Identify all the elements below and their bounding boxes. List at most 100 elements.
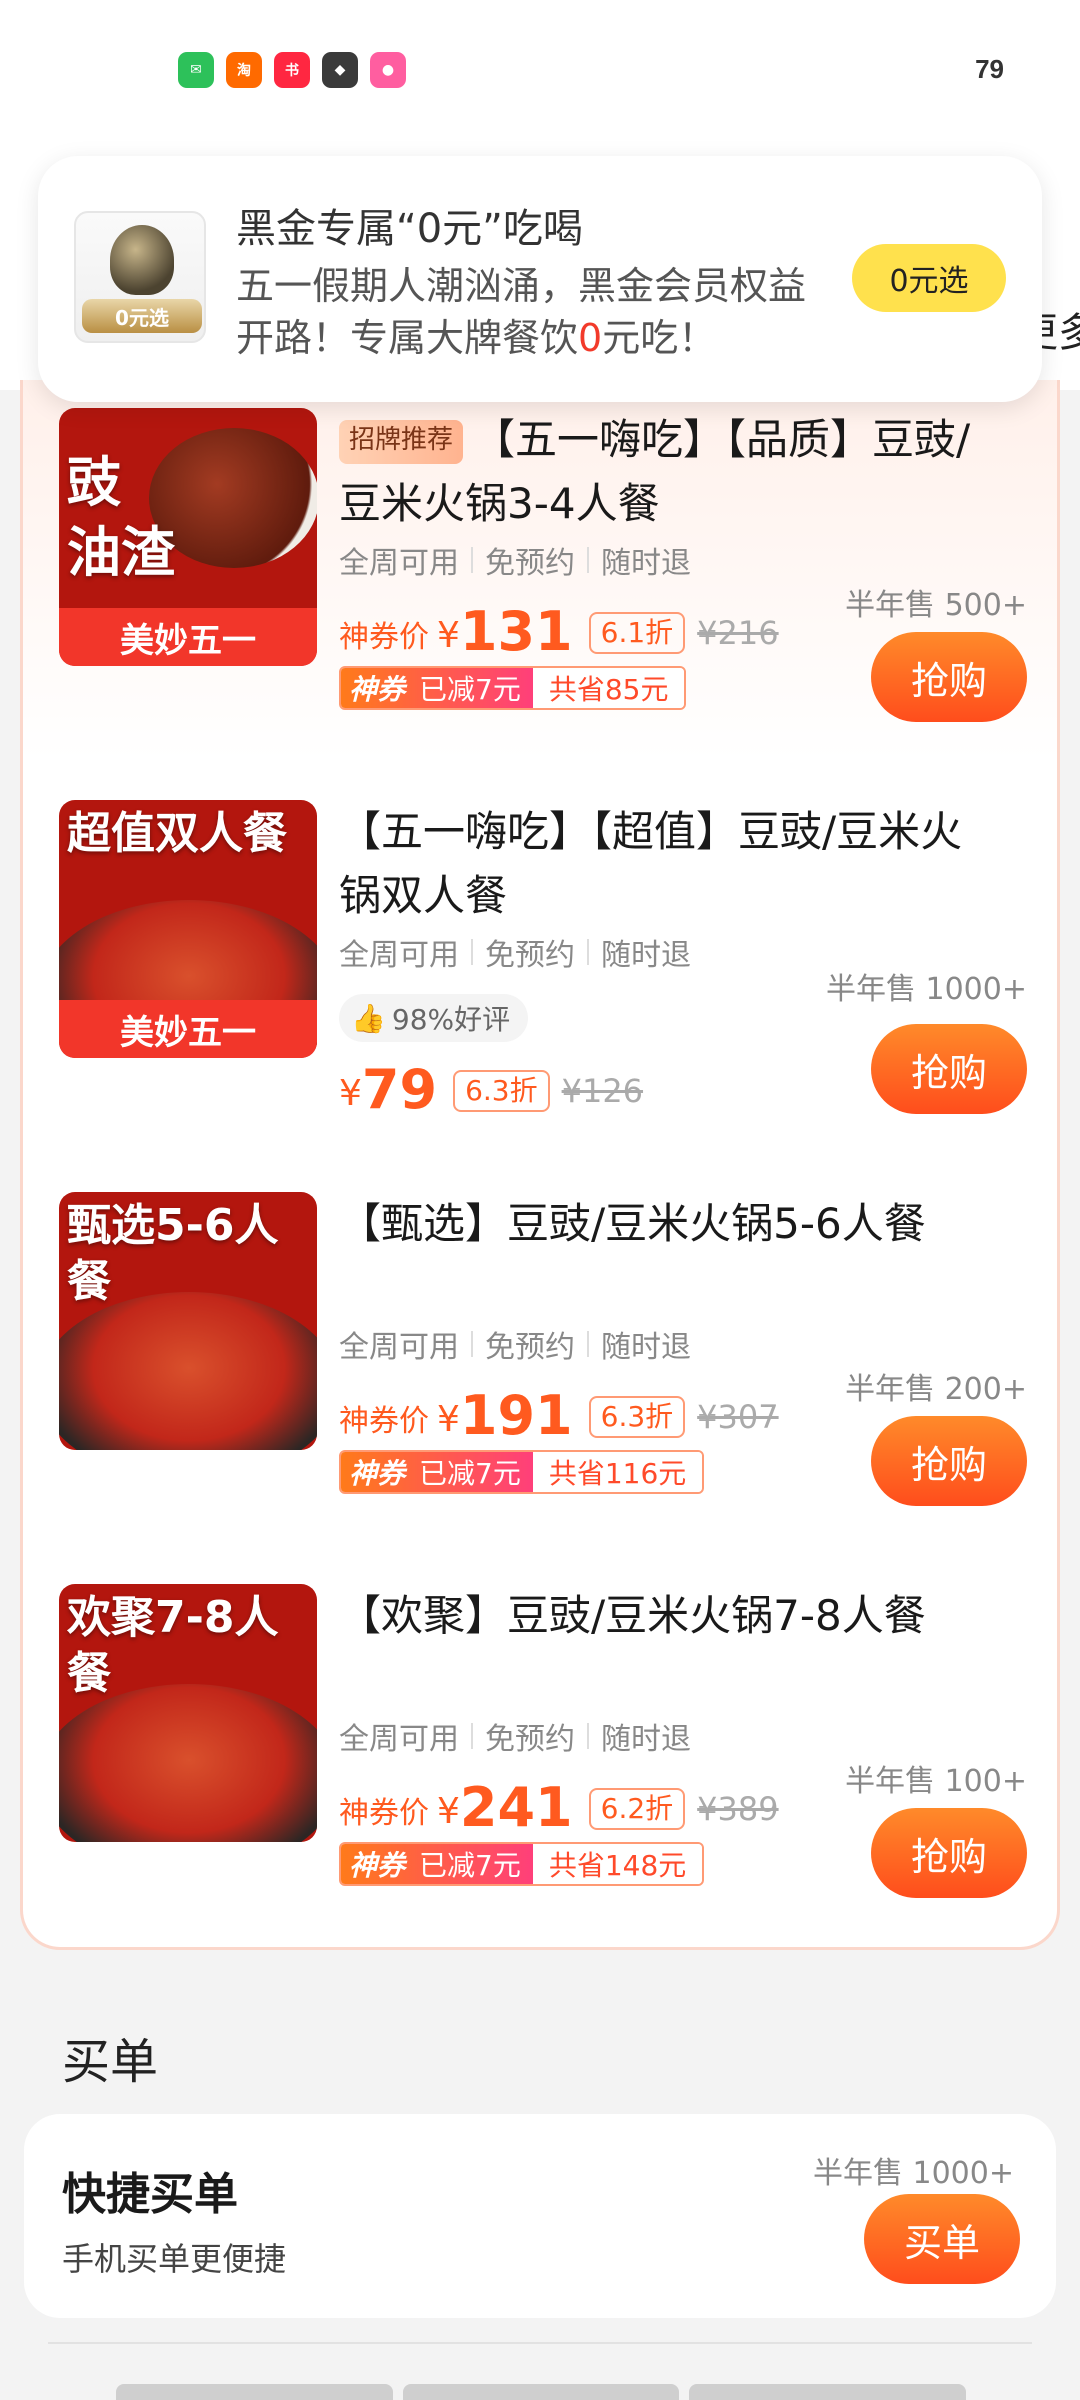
price: 241 xyxy=(459,1776,573,1839)
coupon-save: 共省116元 xyxy=(532,1452,703,1492)
price: 79 xyxy=(361,1058,438,1121)
rating-text: 98%好评 xyxy=(391,1003,511,1036)
tag-weekday: 全周可用 xyxy=(339,1330,459,1365)
deals-card: 豉 油渣 美妙五一 招牌推荐 【五一嗨吃】【品质】豆豉/豆米火锅3-4人餐 全周可… xyxy=(20,380,1060,1950)
thumb-overlay-text: 超值双人餐 xyxy=(67,808,287,859)
taobao-icon: 淘 xyxy=(226,52,262,88)
notif-body-highlight: 0 xyxy=(578,316,603,360)
zero-yuan-button[interactable]: 0元选 xyxy=(852,244,1006,312)
deal-thumbnail[interactable]: 豉 油渣 美妙五一 xyxy=(59,408,317,666)
notif-body-text: 五一假期人潮汹涌，黑金会员权益开路！专属大牌餐饮 xyxy=(236,264,807,360)
tag-no-reservation: 免预约 xyxy=(485,1330,575,1365)
push-notification[interactable]: 0元选 黑金专属“0元”吃喝 五一假期人潮汹涌，黑金会员权益开路！专属大牌餐饮0… xyxy=(38,156,1042,402)
tag-weekday: 全周可用 xyxy=(339,546,459,581)
mouse-mascot-icon xyxy=(110,225,174,295)
app-icon: ● xyxy=(370,52,406,88)
sold-count: 半年售 1000+ xyxy=(812,2156,1014,2191)
hotpot-image xyxy=(59,1684,317,1842)
coupon-brand: 神券 xyxy=(349,1849,406,1882)
notif-body: 五一假期人潮汹涌，黑金会员权益开路！专属大牌餐饮0元吃！ xyxy=(236,260,836,364)
discount-badge: 6.3折 xyxy=(453,1070,550,1112)
buy-button[interactable]: 抢购 xyxy=(871,632,1027,722)
price-row: 神券价 ¥ 191 6.3折 ¥307 xyxy=(339,1388,779,1444)
recommend-badge: 招牌推荐 xyxy=(339,420,464,464)
price-label: 神券价 xyxy=(339,620,429,655)
deal-item[interactable]: 甄选5-6人餐 【甄选】豆豉/豆米火锅5-6人餐 全周可用 免预约 随时退 神券… xyxy=(59,1192,1027,1522)
battery-level: 79 xyxy=(975,54,1004,84)
deal-title[interactable]: 【欢聚】豆豉/豆米火锅7-8人餐 xyxy=(339,1584,999,1648)
tag-refund: 随时退 xyxy=(601,1722,691,1757)
thumb-ribbon: 美妙五一 xyxy=(59,1000,317,1058)
pay-button[interactable]: 买单 xyxy=(864,2194,1020,2284)
currency-symbol: ¥ xyxy=(339,1073,362,1114)
coupon-brand: 神券 xyxy=(349,673,406,706)
buy-button[interactable]: 抢购 xyxy=(871,1024,1027,1114)
thumb-overlay-text: 甄选5-6人餐 xyxy=(67,1200,279,1307)
coupon-discount: 神券 已减7元 xyxy=(341,1844,533,1884)
original-price: ¥307 xyxy=(697,1398,779,1436)
black-gold-mouse-icon: 0元选 xyxy=(74,211,206,343)
deal-tags: 全周可用 免预约 随时退 xyxy=(339,538,691,582)
coupon-save: 共省85元 xyxy=(532,668,685,708)
deal-thumbnail[interactable]: 超值双人餐 美妙五一 xyxy=(59,800,317,1058)
original-price: ¥389 xyxy=(697,1790,779,1828)
deal-title[interactable]: 【五一嗨吃】【超值】豆豉/豆米火锅双人餐 xyxy=(339,800,999,928)
xiaohongshu-icon: 书 xyxy=(274,52,310,88)
thumb-overlay-text: 欢聚7-8人餐 xyxy=(67,1592,279,1699)
currency-symbol: ¥ xyxy=(437,1791,460,1832)
quick-pay-card[interactable]: 快捷买单 手机买单更便捷 半年售 1000+ 买单 xyxy=(24,2114,1056,2318)
discount-badge: 6.2折 xyxy=(588,1788,686,1830)
deal-tags: 全周可用 免预约 随时退 xyxy=(339,1322,691,1366)
thumbs-up-icon: 👍 xyxy=(351,1001,386,1035)
status-bar: ✉ 淘 书 ◆ ● 79 xyxy=(0,0,1080,140)
coupon-brand: 神券 xyxy=(349,1457,406,1490)
buy-button[interactable]: 抢购 xyxy=(871,1808,1027,1898)
divider xyxy=(48,2342,1032,2344)
price-label: 神券价 xyxy=(339,1404,429,1439)
price: 131 xyxy=(459,600,573,663)
sold-count: 半年售 100+ xyxy=(845,1764,1027,1799)
notif-body-text-end: 元吃！ xyxy=(602,316,717,360)
tag-refund: 随时退 xyxy=(601,546,691,581)
coupon-off: 已减7元 xyxy=(419,1457,521,1490)
original-price: ¥126 xyxy=(561,1072,644,1110)
quick-pay-subtitle: 手机买单更便捷 xyxy=(62,2240,287,2278)
currency-symbol: ¥ xyxy=(437,1399,460,1440)
tag-no-reservation: 免预约 xyxy=(485,1722,575,1757)
game-icon: ◆ xyxy=(322,52,358,88)
sold-count: 半年售 1000+ xyxy=(825,972,1027,1007)
notif-title: 黑金专属“0元”吃喝 xyxy=(236,206,583,252)
sold-count: 半年售 200+ xyxy=(845,1372,1027,1407)
coupon-row: 神券 已减7元 共省116元 xyxy=(339,1450,705,1494)
buy-button[interactable]: 抢购 xyxy=(871,1416,1027,1506)
coupon-row: 神券 已减7元 共省85元 xyxy=(339,666,687,710)
thumb-ribbon: 美妙五一 xyxy=(59,608,317,666)
deal-title[interactable]: 招牌推荐 【五一嗨吃】【品质】豆豉/豆米火锅3-4人餐 xyxy=(339,408,999,536)
deal-tags: 全周可用 免预约 随时退 xyxy=(339,1714,691,1758)
price-row: 神券价 ¥ 131 6.1折 ¥216 xyxy=(339,604,779,660)
notif-icon-tag: 0元选 xyxy=(82,299,202,333)
coupon-row: 神券 已减7元 共省148元 xyxy=(339,1842,705,1886)
tag-refund: 随时退 xyxy=(601,938,691,973)
deal-thumbnail[interactable]: 甄选5-6人餐 xyxy=(59,1192,317,1450)
deal-item[interactable]: 超值双人餐 美妙五一 【五一嗨吃】【超值】豆豉/豆米火锅双人餐 全周可用 免预约… xyxy=(59,800,1027,1130)
coupon-off: 已减7元 xyxy=(419,1849,521,1882)
coupon-save: 共省148元 xyxy=(532,1844,703,1884)
rating-badge: 👍 98%好评 xyxy=(339,994,529,1042)
notification-app-icons: ✉ 淘 书 ◆ ● xyxy=(178,52,406,88)
tag-weekday: 全周可用 xyxy=(339,1722,459,1757)
tag-refund: 随时退 xyxy=(601,1330,691,1365)
price-row: ¥ 79 6.3折 ¥126 xyxy=(339,1062,643,1118)
wechat-icon: ✉ xyxy=(178,52,214,88)
bottom-tab-peek xyxy=(116,2384,967,2400)
deal-item[interactable]: 欢聚7-8人餐 【欢聚】豆豉/豆米火锅7-8人餐 全周可用 免预约 随时退 神券… xyxy=(59,1584,1027,1914)
price-label: 神券价 xyxy=(339,1796,429,1831)
coupon-discount: 神券 已减7元 xyxy=(341,1452,533,1492)
coupon-discount: 神券 已减7元 xyxy=(341,668,533,708)
deal-thumbnail[interactable]: 欢聚7-8人餐 xyxy=(59,1584,317,1842)
deal-title[interactable]: 【甄选】豆豉/豆米火锅5-6人餐 xyxy=(339,1192,999,1256)
coupon-off: 已减7元 xyxy=(419,673,521,706)
tag-no-reservation: 免预约 xyxy=(485,546,575,581)
deal-item[interactable]: 豉 油渣 美妙五一 招牌推荐 【五一嗨吃】【品质】豆豉/豆米火锅3-4人餐 全周可… xyxy=(59,408,1027,738)
discount-badge: 6.3折 xyxy=(588,1396,686,1438)
